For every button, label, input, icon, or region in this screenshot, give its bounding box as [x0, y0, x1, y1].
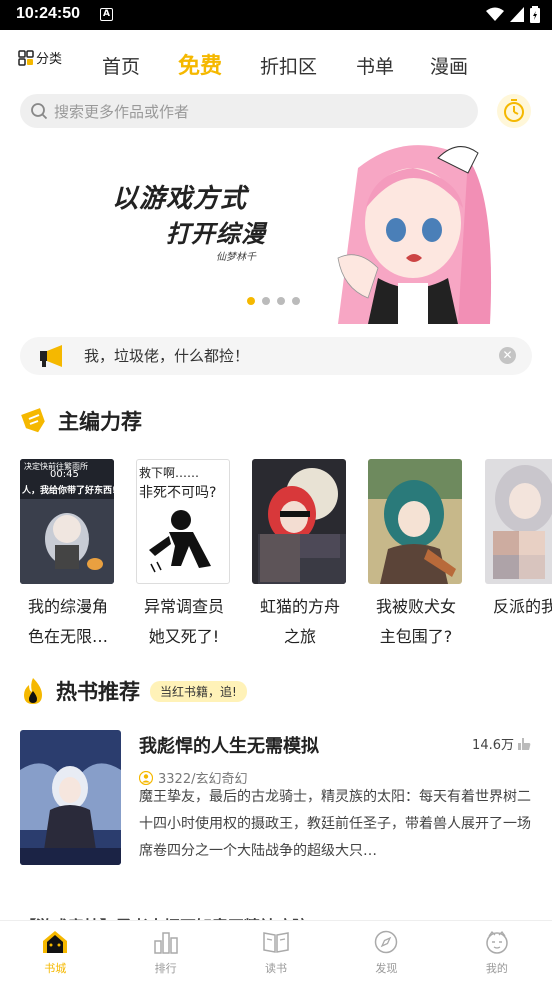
- book-cover-art: [252, 459, 346, 584]
- book-cover-timer: 00:45: [50, 469, 79, 480]
- banner-slogan-line1: 以游戏方式: [112, 184, 248, 214]
- tab-label: 我的: [485, 962, 508, 975]
- status-time: 10:24:50: [16, 5, 81, 22]
- banner-dot[interactable]: [292, 297, 300, 305]
- banner-brand: 仙梦林千: [216, 252, 256, 263]
- book-title-line: 反派的我: [493, 597, 552, 616]
- book-card[interactable]: 反派的我: [485, 459, 552, 652]
- book-title: 虹猫的方舟 之旅: [252, 592, 348, 652]
- tab-label: 发现: [375, 962, 398, 975]
- signal-icon: [510, 7, 524, 22]
- book-card[interactable]: 我被败犬女 主包围了?: [368, 459, 464, 652]
- book-title-line: 之旅: [283, 627, 316, 646]
- book-cover: [368, 459, 462, 584]
- status-bar: 10:24:50 A: [0, 0, 552, 30]
- book-title-line: 我被败犬女: [375, 597, 456, 616]
- bookstore-icon: [43, 931, 68, 953]
- tab-ranking[interactable]: 排行: [110, 921, 220, 983]
- timer-button[interactable]: [497, 94, 531, 128]
- book-cover-art: [20, 730, 121, 865]
- book-cover: 决定快前往繁雨所 00:45 人，我给你带了好东西!: [20, 459, 114, 584]
- battery-icon: [530, 6, 540, 23]
- notice-text: 我，垃圾佬，什么都捡！: [84, 347, 250, 365]
- book-title-line: 虹猫的方舟: [259, 597, 340, 616]
- book-cover-art: [149, 510, 211, 573]
- bar-chart-icon: [153, 932, 178, 954]
- category-label: 分类: [36, 52, 63, 67]
- hot-books-heading: 热书推荐 当红书籍，追!: [20, 676, 247, 706]
- book-cover-caption: 非死不可吗?: [139, 485, 217, 501]
- banner-character-illustration: [318, 138, 498, 324]
- grid-icon: [18, 49, 34, 66]
- user-icon: [139, 770, 153, 785]
- book-cover: 救下啊…… 非死不可吗?: [136, 459, 230, 584]
- flame-icon: [24, 678, 42, 704]
- tab-bookstore[interactable]: 书城: [0, 921, 110, 983]
- book-cover: [20, 730, 121, 865]
- profile-face-icon: [486, 931, 508, 954]
- book-cover: [252, 459, 346, 584]
- book-title: 异常调查员 她又死了!: [136, 592, 232, 652]
- banner-pagination: [247, 297, 300, 305]
- category-button[interactable]: 分类: [18, 48, 62, 67]
- book-cover: [485, 459, 552, 584]
- tab-label: 排行: [154, 962, 177, 975]
- book-card[interactable]: 虹猫的方舟 之旅: [252, 459, 348, 652]
- tab-comics[interactable]: 漫画: [430, 52, 468, 79]
- bottom-tab-bar: 书城 排行 读书 发现 我的: [0, 920, 552, 983]
- tab-booklist[interactable]: 书单: [356, 52, 394, 79]
- hot-tag-badge: 当红书籍，追!: [150, 680, 247, 702]
- tab-reading[interactable]: 读书: [221, 921, 331, 983]
- book-title: 我被败犬女 主包围了?: [368, 592, 464, 652]
- book-title: 反派的我: [485, 592, 552, 652]
- search-icon: [31, 103, 48, 120]
- editor-picks-heading: 主编力荐: [20, 406, 142, 436]
- compass-icon: [375, 930, 398, 954]
- banner-slogan-line2: 打开综漫: [166, 220, 266, 248]
- megaphone-icon: [40, 345, 62, 367]
- top-nav: 分类 首页 免费 折扣区 书单 漫画: [0, 30, 552, 88]
- tab-label: 书城: [44, 962, 67, 975]
- tab-profile[interactable]: 我的: [442, 921, 552, 983]
- book-title-line: 我的综漫角: [27, 597, 108, 616]
- book-title: 我的综漫角 色在无限…: [20, 592, 116, 652]
- book-title-line: 异常调查员: [143, 597, 224, 616]
- close-icon[interactable]: ✕: [499, 347, 516, 364]
- tab-discount[interactable]: 折扣区: [260, 52, 317, 79]
- book-cover-art: [485, 459, 552, 584]
- open-book-icon: [263, 932, 289, 953]
- book-card[interactable]: 决定快前往繁雨所 00:45 人，我给你带了好东西! 我的综漫角 色在无限…: [20, 459, 116, 652]
- heat-count: 14.6万: [472, 734, 532, 753]
- tab-label: 读书: [265, 962, 288, 975]
- heat-value: 14.6万: [472, 738, 514, 753]
- tab-discover[interactable]: 发现: [331, 921, 441, 983]
- status-icons: [486, 6, 540, 23]
- thumb-icon: [518, 737, 531, 750]
- section-title: 主编力荐: [58, 410, 142, 434]
- book-cover-caption: 人，我给你带了好东西!: [22, 486, 114, 496]
- book-cover-art: [368, 459, 462, 584]
- notification-icon: A: [100, 8, 113, 21]
- tab-home[interactable]: 首页: [102, 52, 140, 79]
- search-input[interactable]: 搜索更多作品或作者: [20, 94, 478, 128]
- book-description: 魔王挚友，最后的古龙骑士，精灵族的太阳：每天有着世界树二十四小时使用权的摄政王，…: [139, 789, 531, 859]
- wifi-icon: [486, 7, 504, 21]
- list-item[interactable]: 我彪悍的人生无需模拟 14.6万 3322/玄幻奇幻 魔王挚友，最后的古龙骑士，…: [20, 730, 532, 866]
- book-title-line: 色在无限…: [27, 627, 108, 646]
- tab-free[interactable]: 免费: [178, 48, 222, 80]
- book-title-line: 主包围了?: [379, 627, 453, 646]
- section-title: 热书推荐: [56, 680, 140, 704]
- pencil-badge-icon: [21, 408, 45, 433]
- search-placeholder: 搜索更多作品或作者: [54, 103, 190, 121]
- banner-dot[interactable]: [262, 297, 270, 305]
- banner-dot[interactable]: [277, 297, 285, 305]
- book-card[interactable]: 救下啊…… 非死不可吗? 异常调查员 她又死了!: [136, 459, 232, 652]
- book-cover-caption: 救下啊……: [139, 466, 200, 480]
- banner-dot[interactable]: [247, 297, 255, 305]
- book-title: 我彪悍的人生无需模拟: [139, 736, 319, 757]
- timer-icon: [504, 99, 524, 122]
- book-title-line: 她又死了!: [148, 627, 220, 646]
- notice-bar[interactable]: 我，垃圾佬，什么都捡！ ✕: [20, 337, 532, 375]
